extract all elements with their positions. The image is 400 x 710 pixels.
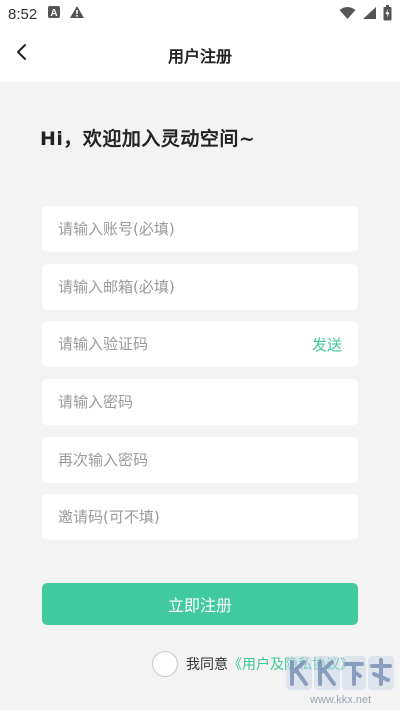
status-icons-right bbox=[339, 5, 392, 25]
wifi-icon bbox=[339, 6, 356, 24]
code-field: 发送 bbox=[42, 321, 358, 367]
kk-watermark-logo bbox=[284, 650, 396, 696]
status-bar: 8:52 A bbox=[0, 0, 400, 28]
password-confirm-field bbox=[42, 437, 358, 483]
welcome-heading: Hi，欢迎加入灵动空间~ bbox=[40, 128, 256, 150]
agreement-prefix: 我同意 bbox=[186, 657, 228, 673]
password-field bbox=[42, 379, 358, 425]
svg-text:A: A bbox=[51, 8, 58, 19]
status-time: 8:52 bbox=[8, 5, 38, 23]
register-button[interactable]: 立即注册 bbox=[42, 583, 358, 625]
email-input[interactable] bbox=[58, 278, 342, 296]
chevron-left-icon bbox=[15, 43, 29, 65]
invite-code-input[interactable] bbox=[58, 508, 342, 526]
watermark-url: www.kkx.net bbox=[310, 694, 372, 706]
signal-icon bbox=[362, 6, 377, 24]
password-confirm-input[interactable] bbox=[58, 451, 342, 469]
account-input[interactable] bbox=[58, 220, 342, 238]
nav-bar: 用户注册 bbox=[0, 28, 400, 82]
a-box-icon: A bbox=[47, 5, 61, 23]
invite-code-field bbox=[42, 494, 358, 540]
warning-icon bbox=[69, 5, 85, 23]
verification-code-input[interactable] bbox=[58, 335, 278, 353]
agreement-checkbox[interactable] bbox=[152, 651, 178, 677]
battery-icon bbox=[383, 5, 392, 25]
back-button[interactable] bbox=[8, 40, 36, 68]
send-code-button[interactable]: 发送 bbox=[312, 334, 342, 355]
email-field bbox=[42, 264, 358, 310]
account-field bbox=[42, 206, 358, 252]
page-title: 用户注册 bbox=[167, 47, 232, 66]
password-input[interactable] bbox=[58, 393, 342, 411]
